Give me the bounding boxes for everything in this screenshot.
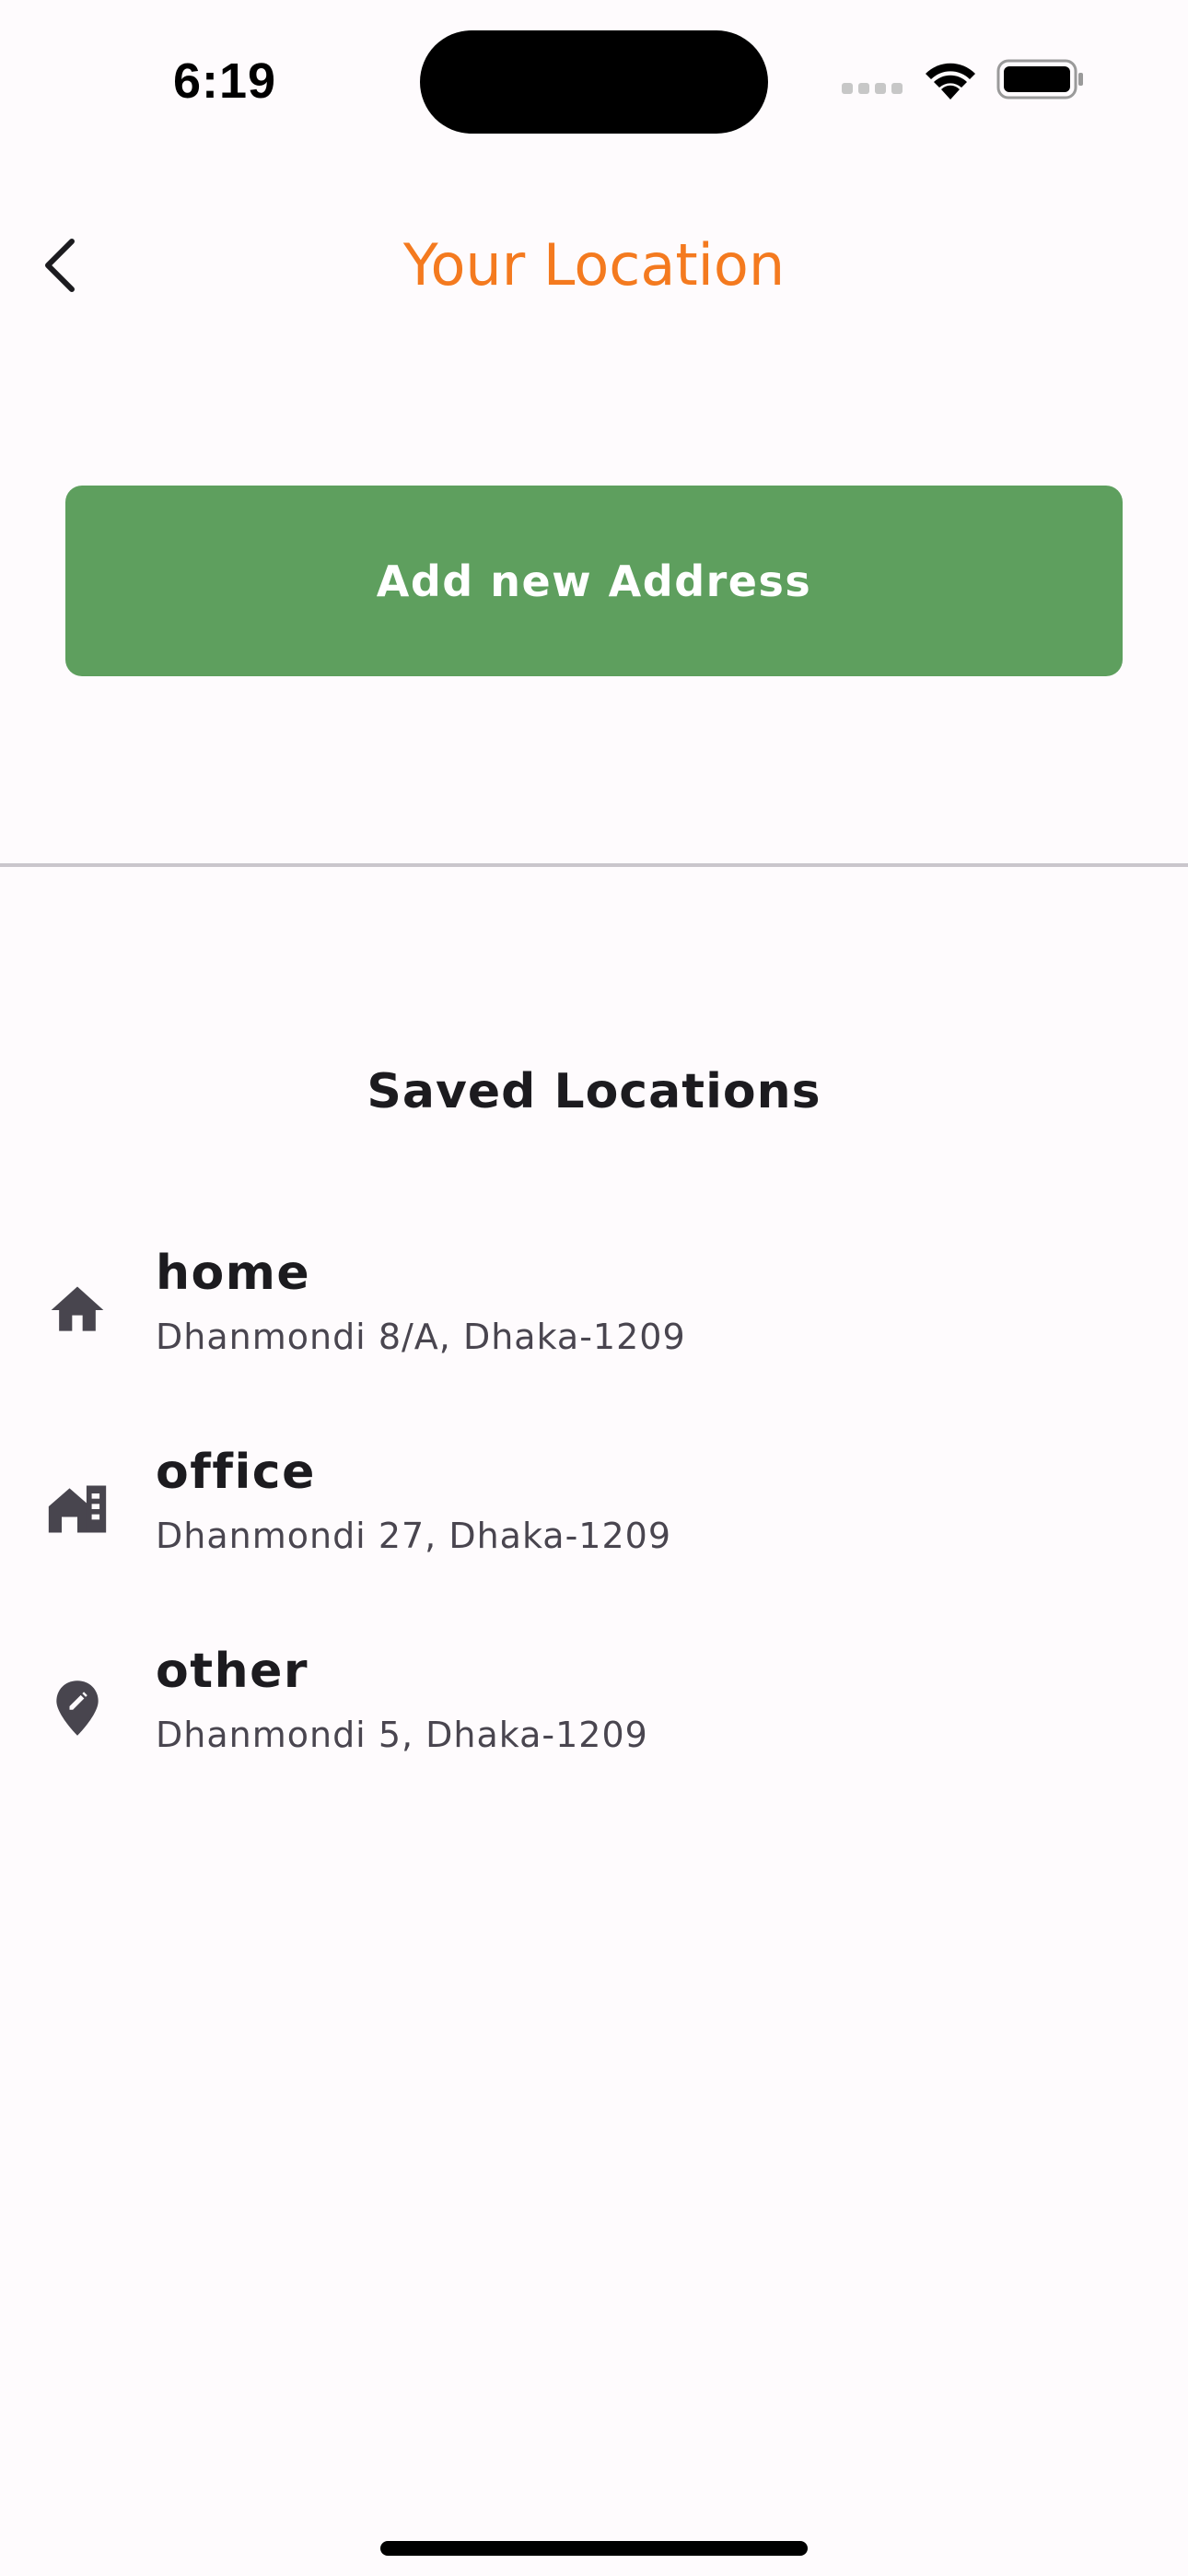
chevron-left-icon xyxy=(45,239,75,292)
location-name: home xyxy=(156,1246,311,1301)
back-button[interactable] xyxy=(26,227,96,304)
location-name: office xyxy=(156,1445,316,1500)
saved-locations-heading: Saved Locations xyxy=(367,1064,821,1119)
wifi-icon xyxy=(926,63,975,100)
battery-icon xyxy=(996,59,1083,100)
location-address: Dhanmondi 8/A, Dhaka-1209 xyxy=(156,1317,686,1357)
cellular-signal-icon xyxy=(842,83,903,94)
edit-location-pin-icon xyxy=(56,1680,99,1736)
location-item-office[interactable]: office Dhanmondi 27, Dhaka-1209 xyxy=(0,1415,1188,1599)
dynamic-island xyxy=(420,30,768,134)
divider xyxy=(0,863,1188,867)
page-title: Your Location xyxy=(402,231,786,299)
location-address: Dhanmondi 5, Dhaka-1209 xyxy=(156,1715,648,1755)
home-indicator[interactable] xyxy=(380,2541,808,2556)
home-icon xyxy=(51,1286,104,1331)
location-item-other[interactable]: other Dhanmondi 5, Dhaka-1209 xyxy=(0,1614,1188,1798)
office-building-icon xyxy=(48,1485,107,1533)
location-address: Dhanmondi 27, Dhaka-1209 xyxy=(156,1516,672,1556)
location-name: other xyxy=(156,1644,309,1699)
location-item-home[interactable]: home Dhanmondi 8/A, Dhaka-1209 xyxy=(0,1216,1188,1400)
add-new-address-button[interactable]: Add new Address xyxy=(65,486,1123,676)
status-time: 6:19 xyxy=(173,53,277,109)
